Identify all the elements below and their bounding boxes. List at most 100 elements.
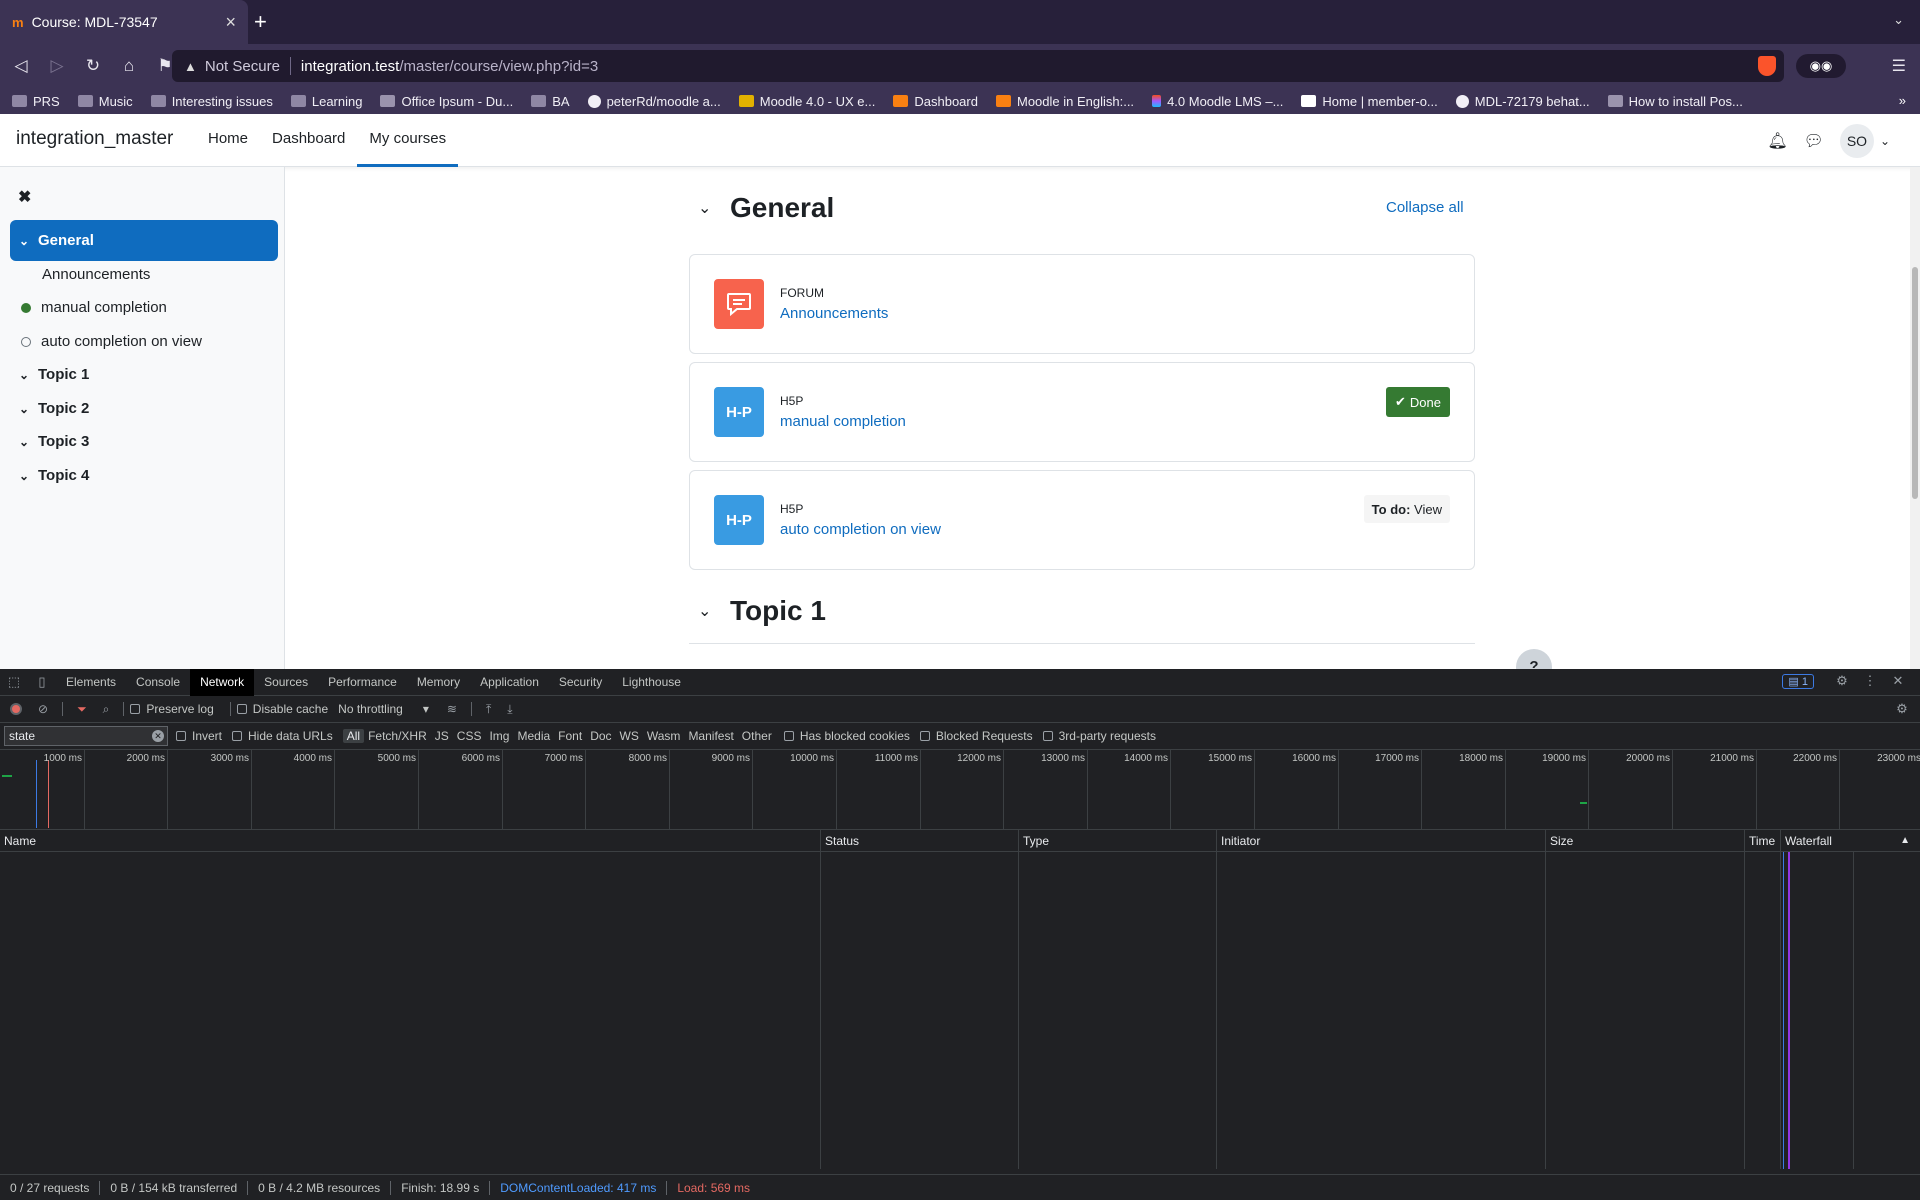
forward-icon[interactable]: ▷ bbox=[42, 56, 72, 76]
devtools-tab-elements[interactable]: Elements bbox=[56, 669, 126, 696]
nav-dashboard[interactable]: Dashboard bbox=[260, 114, 357, 167]
bookmark-item[interactable]: PRS bbox=[12, 94, 60, 109]
devtools-tab-performance[interactable]: Performance bbox=[318, 669, 407, 696]
bookmark-item[interactable]: Learning bbox=[290, 94, 362, 109]
bookmark-item[interactable]: peterRd/moodle a... bbox=[587, 94, 721, 109]
checkbox-box[interactable] bbox=[176, 731, 186, 741]
chevron-down-icon[interactable]: ⌄ bbox=[10, 435, 38, 449]
bookmark-item[interactable]: Music bbox=[77, 94, 133, 109]
column-initiator[interactable]: Initiator bbox=[1216, 830, 1260, 852]
network-overview-timeline[interactable]: 1000 ms 2000 ms 3000 ms 4000 ms 5000 ms 6000 … bbox=[0, 750, 1920, 830]
bookmark-item[interactable]: How to install Pos... bbox=[1607, 94, 1743, 109]
bookmark-item[interactable]: MDL-72179 behat... bbox=[1455, 94, 1590, 109]
bookmark-item[interactable]: Moodle 4.0 - UX e... bbox=[738, 94, 875, 109]
collapse-all-link[interactable]: Collapse all bbox=[1386, 199, 1464, 216]
activity-link[interactable]: auto completion on view bbox=[780, 521, 941, 538]
home-icon[interactable]: ⌂ bbox=[114, 56, 144, 76]
tab-close-icon[interactable]: × bbox=[225, 12, 236, 33]
devtools-tab-security[interactable]: Security bbox=[549, 669, 612, 696]
import-har-icon[interactable]: ⤒ bbox=[486, 702, 491, 717]
devtools-tab-network[interactable]: Network bbox=[190, 668, 255, 696]
disable-cache-checkbox[interactable]: Disable cache bbox=[236, 702, 328, 716]
messages-icon[interactable]: 💬︎ bbox=[1804, 131, 1824, 151]
device-toolbar-icon[interactable]: ▯ bbox=[28, 674, 56, 690]
filter-type-img[interactable]: Img bbox=[485, 729, 513, 743]
h5p-icon[interactable]: H-P bbox=[714, 495, 764, 545]
reload-icon[interactable]: ↻ bbox=[78, 56, 108, 76]
third-party-requests-checkbox[interactable]: 3rd-party requests bbox=[1042, 729, 1156, 743]
scrollbar-thumb[interactable] bbox=[1912, 267, 1918, 499]
devtools-tab-console[interactable]: Console bbox=[126, 669, 190, 696]
bookmark-item[interactable]: Interesting issues bbox=[150, 94, 273, 109]
close-drawer-icon[interactable]: ✖ bbox=[18, 187, 31, 207]
activity-link[interactable]: manual completion bbox=[780, 413, 906, 430]
help-button[interactable]: ? bbox=[1516, 649, 1552, 669]
address-bar[interactable]: ▲ Not Secure integration.test /master/co… bbox=[172, 50, 1784, 82]
checkbox-box[interactable] bbox=[1042, 731, 1053, 741]
chevron-down-icon[interactable]: ⌄ bbox=[10, 469, 38, 483]
filter-type-media[interactable]: Media bbox=[513, 729, 554, 743]
column-size[interactable]: Size bbox=[1545, 830, 1573, 852]
h5p-icon[interactable]: H-P bbox=[714, 387, 764, 437]
hide-data-urls-checkbox[interactable]: Hide data URLs bbox=[232, 729, 333, 743]
filter-type-all[interactable]: All bbox=[342, 729, 365, 743]
has-blocked-cookies-checkbox[interactable]: Has blocked cookies bbox=[783, 729, 910, 743]
bell-icon[interactable]: 🔔︎ bbox=[1767, 131, 1787, 151]
filter-type-js[interactable]: JS bbox=[431, 729, 453, 743]
back-icon[interactable]: ◁ bbox=[6, 56, 36, 76]
column-time[interactable]: Time bbox=[1744, 830, 1775, 852]
filter-type-ws[interactable]: WS bbox=[616, 729, 643, 743]
bookmarks-overflow-icon[interactable]: » bbox=[1899, 93, 1906, 108]
network-settings-gear-icon[interactable]: ⚙ bbox=[1888, 701, 1916, 717]
inspect-element-icon[interactable]: ⬚ bbox=[0, 674, 28, 690]
checkbox-box[interactable] bbox=[236, 704, 247, 714]
avatar[interactable]: SO bbox=[1839, 124, 1874, 158]
network-conditions-icon[interactable]: ≋ bbox=[447, 702, 457, 716]
clear-icon[interactable]: ⊘ bbox=[38, 702, 48, 716]
browser-tab[interactable]: m Course: MDL-73547 × bbox=[0, 0, 248, 44]
record-button[interactable] bbox=[10, 703, 22, 715]
chevron-down-icon[interactable]: ⌄ bbox=[10, 368, 38, 382]
bookmark-item[interactable]: Home | member-o... bbox=[1301, 94, 1438, 109]
filter-type-manifest[interactable]: Manifest bbox=[684, 729, 737, 743]
bookmark-item[interactable]: Dashboard bbox=[893, 94, 978, 109]
new-tab-icon[interactable]: + bbox=[254, 9, 267, 35]
filter-type-css[interactable]: CSS bbox=[453, 729, 486, 743]
mark-done-button[interactable]: ✔ Done bbox=[1386, 387, 1450, 417]
checkbox-box[interactable] bbox=[130, 704, 141, 714]
filter-type-fetch-xhr[interactable]: Fetch/XHR bbox=[364, 729, 431, 743]
site-name[interactable]: integration_master bbox=[16, 128, 173, 150]
more-options-icon[interactable]: ⋮ bbox=[1856, 673, 1884, 689]
nav-my-courses[interactable]: My courses bbox=[357, 114, 459, 167]
bookmark-item[interactable]: Moodle in English:... bbox=[995, 94, 1134, 109]
nav-home[interactable]: Home bbox=[206, 114, 260, 167]
filter-type-wasm[interactable]: Wasm bbox=[643, 729, 685, 743]
column-type[interactable]: Type bbox=[1018, 830, 1049, 852]
filter-input[interactable]: state ✕ bbox=[4, 726, 168, 746]
checkbox-box[interactable] bbox=[232, 731, 243, 741]
page-scrollbar[interactable] bbox=[1910, 167, 1920, 669]
devtools-tab-memory[interactable]: Memory bbox=[407, 669, 470, 696]
tab-list-chevron-icon[interactable]: ⌄ bbox=[1893, 12, 1904, 28]
checkbox-box[interactable] bbox=[783, 731, 794, 741]
issues-badge[interactable]: ▤ 1 bbox=[1782, 673, 1814, 689]
preserve-log-checkbox[interactable]: Preserve log bbox=[130, 702, 214, 716]
bookmark-item[interactable]: BA bbox=[531, 94, 570, 109]
search-icon[interactable]: ⌕ bbox=[103, 702, 110, 717]
invert-checkbox[interactable]: Invert bbox=[176, 729, 222, 743]
chevron-down-icon[interactable]: ⌄ bbox=[10, 402, 38, 416]
chevron-down-icon[interactable]: ⌄ bbox=[698, 198, 730, 218]
checkbox-box[interactable] bbox=[919, 731, 930, 741]
export-har-icon[interactable]: ⤓ bbox=[507, 702, 512, 717]
course-index-topic-4[interactable]: ⌄ Topic 4 bbox=[10, 455, 278, 496]
close-devtools-icon[interactable]: ✕ bbox=[1884, 673, 1912, 689]
chevron-down-icon[interactable]: ⌄ bbox=[1880, 134, 1890, 148]
devtools-tab-application[interactable]: Application bbox=[470, 669, 549, 696]
extension-glasses-icon[interactable]: ◉◉ bbox=[1796, 54, 1846, 78]
clear-filter-icon[interactable]: ✕ bbox=[152, 730, 164, 742]
brave-shield-icon[interactable] bbox=[1758, 56, 1776, 76]
settings-gear-icon[interactable]: ⚙ bbox=[1828, 673, 1856, 689]
chevron-down-icon[interactable]: ⌄ bbox=[698, 601, 730, 621]
bookmark-item[interactable]: Office Ipsum - Du... bbox=[380, 94, 513, 109]
devtools-tab-sources[interactable]: Sources bbox=[254, 669, 318, 696]
